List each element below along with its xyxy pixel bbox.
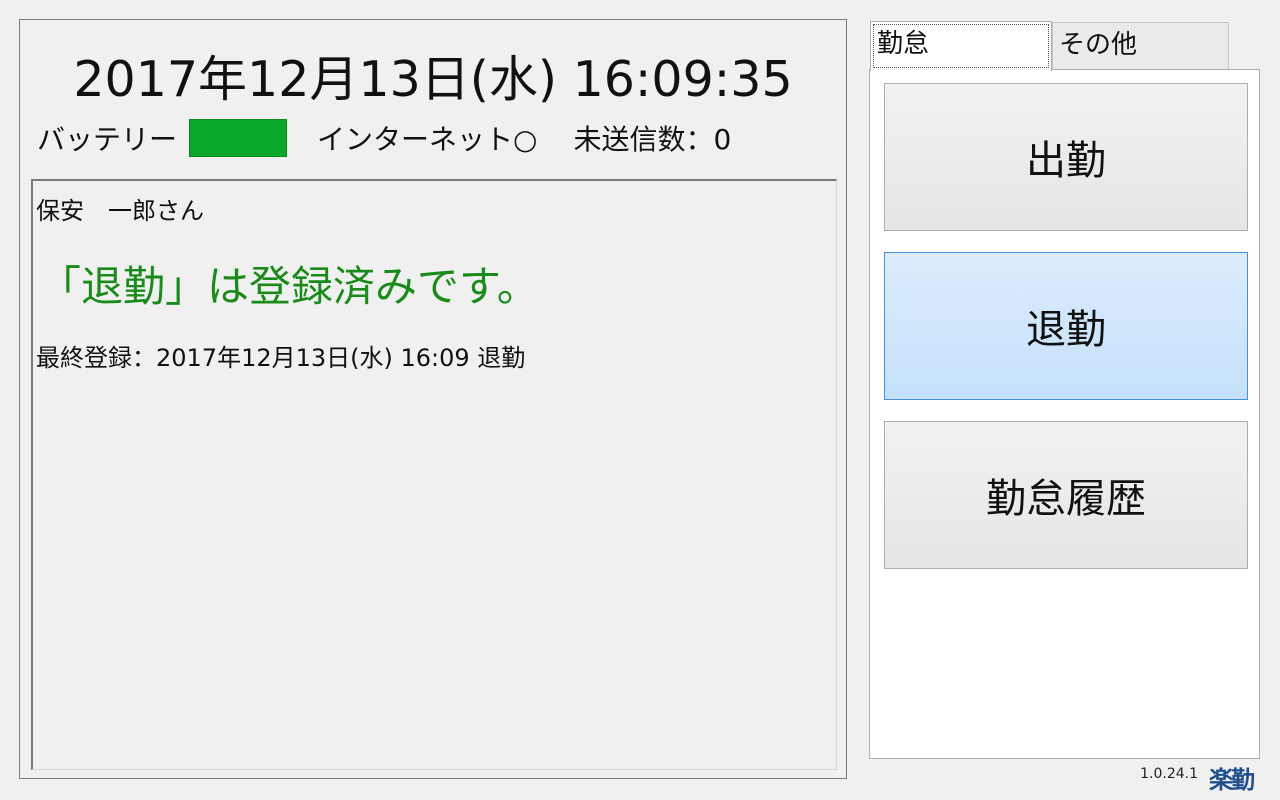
clock-out-button[interactable]: 退勤 [884,252,1248,400]
internet-status: インターネット○ [317,123,538,156]
registered-message: 「退勤」は登録済みです。 [39,262,539,311]
unsent-count: 未送信数：0 [573,123,732,156]
message-box: 保安 一郎さん 「退勤」は登録済みです。 最終登録：2017年12月13日(水)… [31,179,837,770]
attendance-history-button[interactable]: 勤怠履歴 [884,421,1248,569]
tab-other[interactable]: その他 [1052,22,1229,69]
user-name: 保安 一郎さん [36,197,204,225]
battery-label: バッテリー [37,123,178,156]
battery-level-indicator [189,119,288,157]
clock-in-button[interactable]: 出勤 [884,83,1248,231]
status-bar: バッテリー インターネット○ 未送信数：0 [37,118,731,158]
app-logo: 楽勤 [1209,766,1255,794]
attendance-tab-panel: 出勤 退勤 勤怠履歴 [869,69,1260,759]
app-version: 1.0.24.1 [1140,766,1198,782]
datetime-clock: 2017年12月13日(水) 16:09:35 [73,51,793,108]
last-registration: 最終登録：2017年12月13日(水) 16:09 退勤 [36,344,526,372]
status-panel: 2017年12月13日(水) 16:09:35 バッテリー インターネット○ 未… [19,19,847,779]
tab-attendance[interactable]: 勤怠 [870,21,1052,71]
